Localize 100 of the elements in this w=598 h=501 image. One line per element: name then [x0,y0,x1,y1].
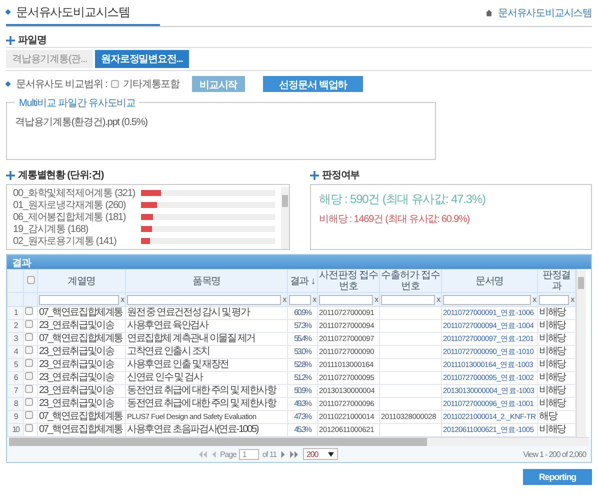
section-title: 계통별현황 (단위:건) [18,169,104,182]
clear-filter-button[interactable]: x [374,294,378,305]
row-number: 8 [8,398,24,410]
similar-file-item[interactable]: 격납용기계통(환경건).ppt (0.5%) [15,115,427,129]
previous-page-icon[interactable] [211,450,218,458]
table-cell: 연료집합체 계측관내 이물질 제거 [126,332,288,346]
system-label: 02_원자로용기계통 (141) [13,235,118,248]
table-cell: 신연료 인수 및 검사 [126,372,288,384]
breadcrumb-link[interactable]: 문서유사도비교시스템 [498,6,592,20]
table-cell: 51.2% [288,372,318,384]
column-header[interactable]: 수출허가 접수번호 [380,270,442,292]
scrollbar[interactable] [576,269,586,437]
panel-legend: Multi비교 파일간 유사도비교 [15,96,140,110]
reporting-button[interactable]: Reporting [522,469,592,485]
page-label: Page [220,450,236,458]
table-cell: 47.3% [288,410,318,424]
plus-icon [6,36,15,44]
horizontal-scrollbar[interactable] [9,437,589,446]
table-cell: 23_연료취급및이송 [38,398,126,410]
row-checkbox[interactable] [25,308,33,315]
dropdown-caret-icon[interactable] [328,452,334,456]
row-number: 6 [8,372,24,384]
plus-icon [310,170,319,180]
filter-field[interactable] [443,294,531,304]
row-number: 3 [8,332,24,346]
select-all-checkbox[interactable] [26,276,34,284]
table-cell: 23_연료취급및이송 [38,358,126,372]
table-cell: 07_핵연료집합체계통 [38,410,126,424]
row-checkbox[interactable] [25,424,33,432]
record-count: View 1 - 200 of 2,060 [523,450,586,458]
first-page-icon[interactable] [197,450,208,458]
table-cell: 60.9% [288,306,318,320]
compare-range-label: 문서유사도 비교범위 : [16,78,108,91]
column-header[interactable]: 결과 ↓ [288,270,318,292]
filter-field[interactable] [127,294,281,304]
column-header[interactable]: 계열명 [38,270,126,292]
table-cell: 23_연료취급및이송 [38,320,126,332]
filter-field[interactable] [539,294,569,304]
table-cell: 사용후연료 인출 및 재장전 [126,358,288,372]
row-checkbox[interactable] [25,360,33,367]
clear-filter-button[interactable]: x [120,294,124,305]
last-page-icon[interactable] [288,450,300,458]
table-cell: 50.9% [288,384,318,398]
system-label: 00_화학및체적제어계통 (321) [13,187,136,200]
include-checkbox[interactable] [111,80,120,88]
column-header[interactable]: 판정결과 [538,270,576,292]
clear-filter-button[interactable]: x [570,294,574,305]
clear-filter-button[interactable]: x [312,294,316,305]
column-header[interactable]: 문서명 [442,270,538,292]
filter-field[interactable] [319,294,373,304]
file-tab[interactable]: 원자로정밀변요전... [95,50,189,68]
table-cell: 07_핵연료집합체계통 [38,306,126,320]
table-cell: 고착연료 인출시 조치 [126,346,288,358]
page-title: 문서유사도비교시스템 [6,0,160,26]
table-cell: 원전 중 연료건전성 감시 및 평가 [126,306,288,320]
system-label: 06_제어봉집합체계통 (181) [13,211,127,224]
row-checkbox[interactable] [25,320,33,328]
table-cell: 49.3% [288,398,318,410]
table-cell: 동전연료 취급에 대한 주의 및 제한사항 [126,384,288,398]
table-cell: 23_연료취급및이송 [38,346,126,358]
next-page-icon[interactable] [280,450,286,458]
row-checkbox[interactable] [25,398,33,406]
system-label: 01_원자로냉각재계통 (260) [13,199,127,212]
row-number: 2 [8,320,24,332]
row-number: 1 [8,306,24,320]
judgement-summary: 비해당 : 1469건 (최대 유사값: 60.9%) [319,213,471,226]
section-title: 파일명 [18,34,46,47]
action-button[interactable]: 선정문서 백업하 [263,76,364,92]
row-number: 9 [8,410,24,424]
plus-icon [6,170,15,180]
row-checkbox[interactable] [25,372,33,380]
table-cell: 57.3% [288,320,318,332]
table-cell: 23_연료취급및이송 [38,384,126,398]
scrollbar[interactable] [281,187,289,249]
column-header[interactable]: 사전판정 접수번호 [318,270,380,292]
row-number: 10 [8,424,24,436]
home-icon[interactable] [484,9,493,17]
row-checkbox[interactable] [25,386,33,393]
clear-filter-button[interactable]: x [436,294,440,305]
table-cell: 사용후연료 육안검사 [126,320,288,332]
filter-field[interactable] [39,294,119,304]
row-checkbox[interactable] [25,334,33,341]
row-number: 4 [8,346,24,358]
page-count: of 11 [262,450,277,458]
table-cell: 07_핵연료집합체계통 [38,332,126,346]
filter-field[interactable] [289,294,311,304]
table-cell: 23_연료취급및이송 [38,372,126,384]
column-header[interactable]: 품목명 [126,270,288,292]
judgement-summary: 해당 : 590건 (최대 유사값: 47.3%) [319,191,486,208]
table-cell: 동전연료 취급에 대한 주의 및 제한사항 [126,398,288,410]
filter-field[interactable] [381,294,435,304]
row-number: 7 [8,384,24,398]
row-checkbox[interactable] [25,412,33,419]
grid-caption: 결과 [7,255,591,269]
row-checkbox[interactable] [25,346,33,354]
table-cell: 52.8% [288,358,318,372]
page-size-select[interactable]: 200 [302,448,338,460]
clear-filter-button[interactable]: x [532,294,536,305]
clear-filter-button[interactable]: x [282,294,286,305]
page-field[interactable]: 1 [239,448,260,460]
